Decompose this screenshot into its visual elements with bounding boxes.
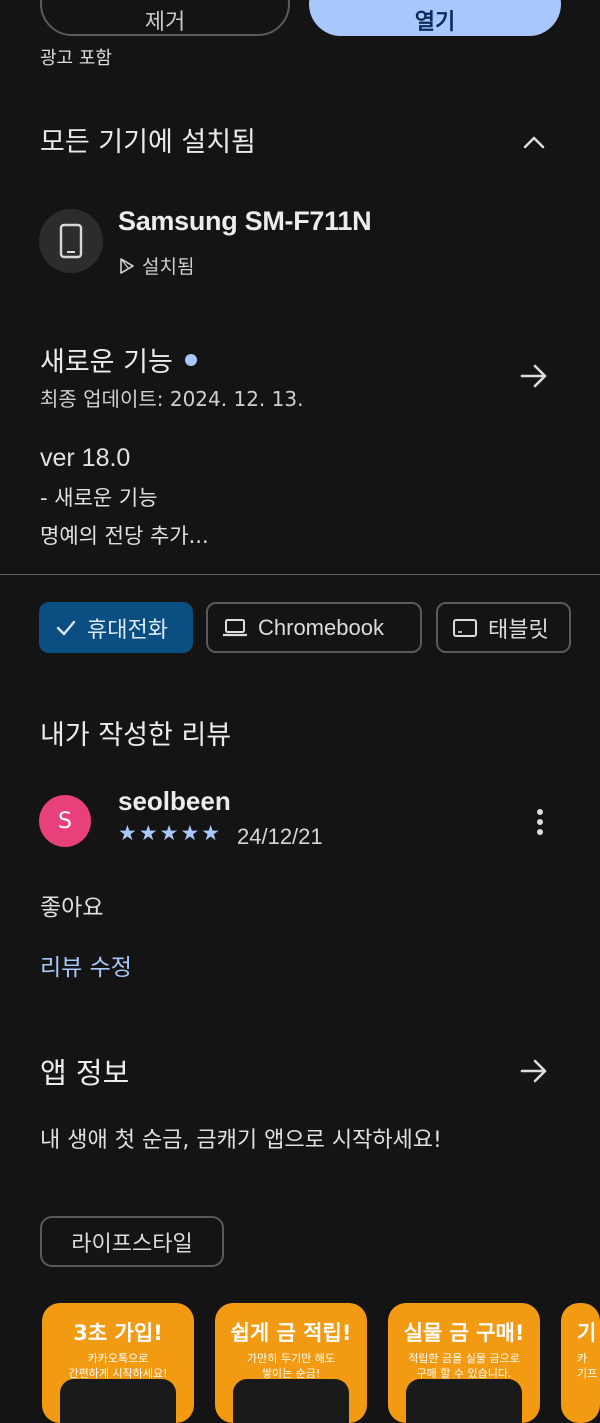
chevron-up-icon[interactable] bbox=[516, 124, 552, 160]
play-store-icon bbox=[120, 257, 134, 274]
app-info-title[interactable]: 앱 정보 bbox=[40, 1050, 129, 1092]
arrow-right-icon[interactable] bbox=[516, 1053, 552, 1089]
screenshot-subtitle: 카 bbox=[577, 1352, 588, 1365]
version-text: ver 18.0 bbox=[40, 444, 131, 472]
more-vert-icon[interactable] bbox=[528, 806, 552, 838]
uninstall-button[interactable]: 제거 bbox=[40, 0, 290, 36]
screenshot-headline: 실물 금 구매! bbox=[403, 1321, 525, 1345]
screenshot-headline: 기 bbox=[577, 1321, 597, 1345]
my-review-title: 내가 작성한 리뷰 bbox=[40, 720, 232, 751]
category-chip[interactable]: 라이프스타일 bbox=[40, 1216, 224, 1267]
whats-new-title[interactable]: 새로운 기능 bbox=[40, 340, 197, 379]
app-description: 내 생애 첫 순금, 금캐기 앱으로 시작하세요! bbox=[40, 1128, 442, 1153]
screenshot-subtitle: 기프 bbox=[577, 1367, 598, 1380]
installed-section-title: 모든 기기에 설치됨 bbox=[40, 127, 256, 158]
uninstall-label: 제거 bbox=[144, 10, 186, 35]
arrow-right-icon[interactable] bbox=[516, 358, 552, 394]
screenshot-headline: 쉽게 금 적립! bbox=[230, 1321, 352, 1345]
phone-mockup bbox=[233, 1379, 349, 1423]
phone-icon bbox=[59, 223, 83, 259]
screenshot-card[interactable]: 실물 금 구매! 적립한 금을 실물 금으로 구매 할 수 있습니다. bbox=[388, 1303, 540, 1423]
review-date: 24/12/21 bbox=[237, 824, 323, 849]
screenshot-subtitle: 카카오톡으로 bbox=[87, 1352, 149, 1365]
chip-tablet-label: 태블릿 bbox=[488, 617, 549, 643]
open-label: 열기 bbox=[414, 10, 456, 35]
check-icon bbox=[56, 620, 76, 635]
new-indicator-dot bbox=[184, 353, 197, 366]
edit-review-link[interactable]: 리뷰 수정 bbox=[40, 948, 132, 982]
review-text: 좋아요 bbox=[40, 895, 104, 921]
last-updated: 최종 업데이트: 2024. 12. 13. bbox=[40, 387, 304, 411]
screenshot-subtitle: 가만히 두기만 해도 bbox=[247, 1352, 335, 1365]
release-notes-line: - 새로운 기능 bbox=[40, 486, 158, 510]
avatar: S bbox=[39, 795, 91, 847]
release-notes-line: 명예의 전당 추가... bbox=[40, 524, 209, 548]
screenshot-card[interactable]: 쉽게 금 적립! 가만히 두기만 해도 쌓이는 순금! bbox=[215, 1303, 367, 1423]
contains-ads-label: 광고 포함 bbox=[40, 48, 112, 69]
screenshot-headline: 3초 가입! bbox=[73, 1321, 163, 1345]
star-rating: ★★★★★ bbox=[118, 821, 223, 845]
device-icon-avatar bbox=[39, 209, 103, 273]
device-install-status: 설치됨 bbox=[118, 252, 194, 279]
chip-chromebook-label: Chromebook bbox=[258, 614, 384, 640]
review-user-name: seolbeen bbox=[118, 786, 231, 816]
whats-new-title-text: 새로운 기능 bbox=[40, 347, 173, 378]
chip-chromebook[interactable]: Chromebook bbox=[206, 602, 422, 653]
laptop-icon bbox=[223, 618, 247, 636]
divider bbox=[0, 574, 600, 575]
device-name: Samsung SM-F711N bbox=[118, 206, 372, 236]
chip-phone[interactable]: 휴대전화 bbox=[39, 602, 193, 653]
open-button[interactable]: 열기 bbox=[309, 0, 561, 36]
screenshot-card[interactable]: 3초 가입! 카카오톡으로 간편하게 시작하세요! bbox=[42, 1303, 194, 1423]
tablet-icon bbox=[453, 618, 477, 637]
chip-phone-label: 휴대전화 bbox=[87, 617, 168, 643]
screenshot-card[interactable]: 기 카 기프 bbox=[561, 1303, 600, 1423]
phone-mockup bbox=[60, 1379, 176, 1423]
chip-tablet[interactable]: 태블릿 bbox=[436, 602, 571, 653]
device-status-label: 설치됨 bbox=[142, 256, 195, 278]
phone-mockup bbox=[406, 1379, 522, 1423]
screenshot-subtitle: 적립한 금을 실물 금으로 bbox=[408, 1352, 520, 1365]
